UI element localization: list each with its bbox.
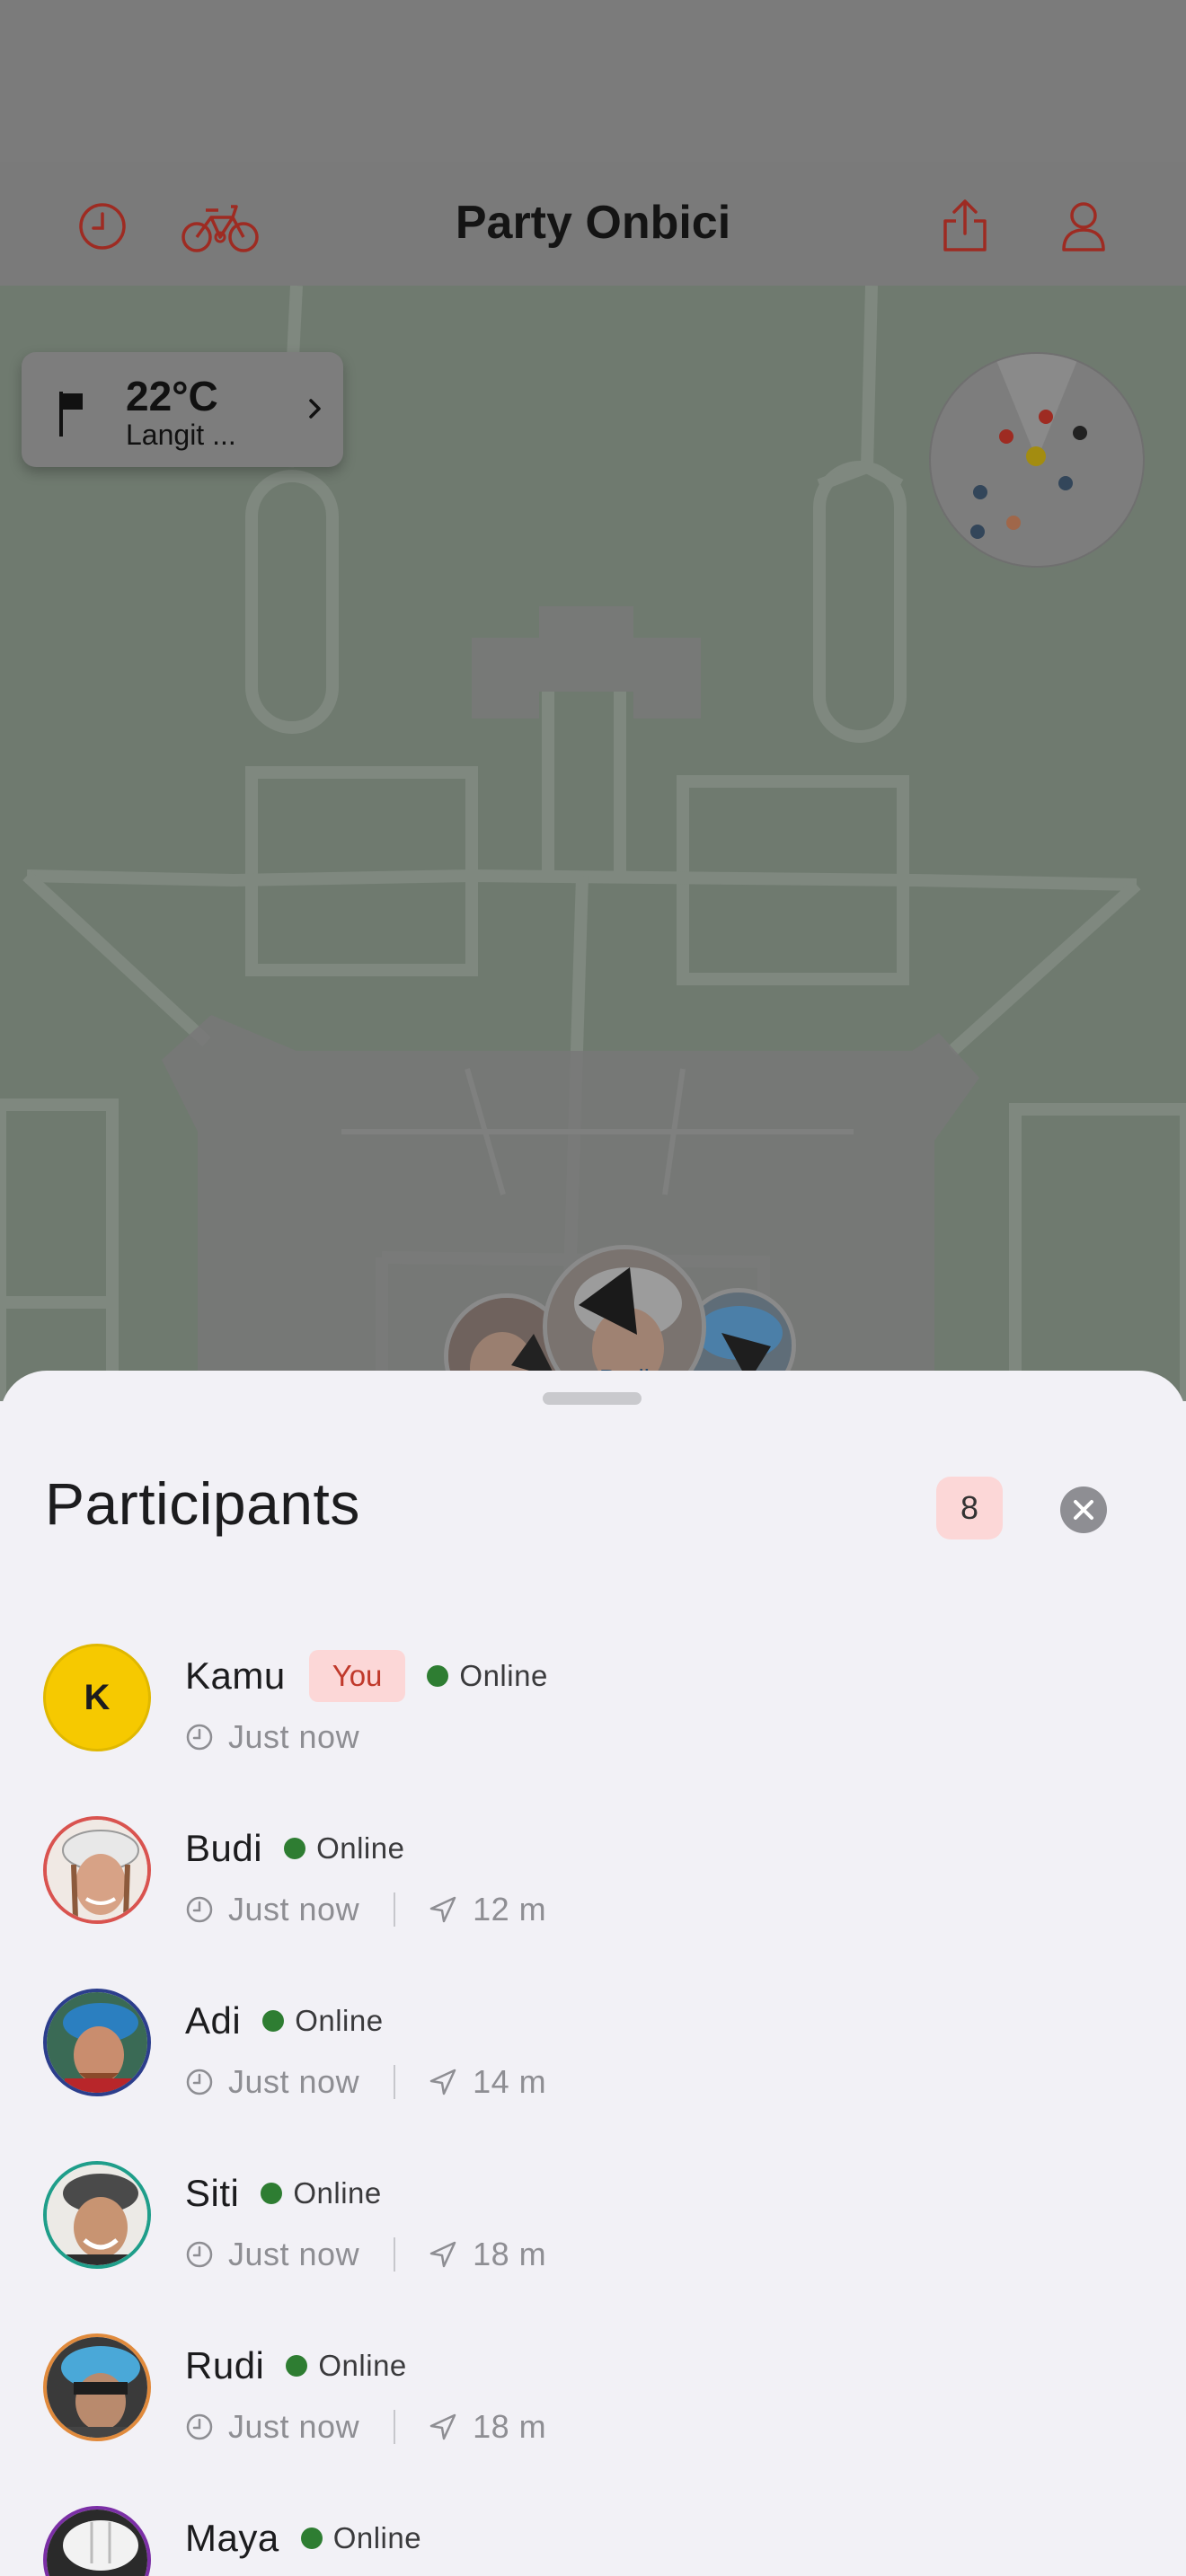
participant-row-budi[interactable]: Budi Online Just now 12 m [0,1816,1186,1987]
distance: 18 m [473,2408,547,2445]
distance: 14 m [473,2063,547,2100]
avatar [43,1989,151,2096]
profile-icon[interactable] [1055,198,1112,255]
online-dot-icon [262,2010,285,2032]
participant-row-rudi[interactable]: Rudi Online Just now 18 m [0,2333,1186,2504]
status-label: Online [332,2521,422,2554]
divider [394,2237,396,2272]
sheet-grabber[interactable] [543,1392,642,1405]
participant-name: Maya [185,2517,279,2559]
divider [394,2065,396,2099]
rider-photo-icon [47,2510,147,2576]
rider-photo-icon [47,1992,147,2093]
clock-icon [186,2413,213,2440]
online-status: Online [427,1659,547,1693]
divider [394,1892,396,1927]
participant-row-siti[interactable]: Siti Online Just now 18 m [0,2161,1186,2332]
avatar [43,2506,151,2576]
online-status: Online [262,2004,383,2038]
last-seen: Just now [228,2408,360,2445]
distance: 18 m [473,2236,547,2272]
navigation-arrow-icon [429,2413,456,2440]
weather-condition: Langit ... [126,419,236,451]
clock-icon [186,1896,213,1923]
distance: 12 m [473,1891,547,1928]
online-dot-icon [261,2183,283,2204]
weather-temperature: 22°C [126,373,218,419]
online-dot-icon [300,2527,323,2549]
online-dot-icon [427,1665,449,1687]
share-icon[interactable] [936,198,994,255]
participant-count-badge: 8 [936,1477,1003,1539]
participant-name: Budi [185,1827,263,1869]
status-label: Online [316,1831,405,1865]
avatar: K [43,1644,151,1751]
online-status: Online [286,2349,406,2383]
page-title: Party Onbici [455,197,731,249]
participant-row-kamu[interactable]: K Kamu You Online Just now [0,1644,1186,1814]
status-label: Online [293,2176,382,2210]
you-badge: You [308,1650,406,1702]
participant-row-maya[interactable]: Maya Online [0,2506,1186,2576]
status-label: Online [318,2349,407,2382]
participant-name: Rudi [185,2344,265,2386]
avatar [43,2161,151,2269]
divider [394,2410,396,2444]
last-seen: Just now [228,2063,360,2100]
participant-row-adi[interactable]: Adi Online Just now 14 m [0,1989,1186,2159]
navigation-arrow-icon [429,1896,456,1923]
rider-photo-icon [47,2165,147,2265]
online-status: Online [284,1831,404,1866]
clock-icon [186,2241,213,2268]
chevron-right-icon [309,399,321,419]
rider-photo-icon [47,2337,147,2438]
last-seen: Just now [228,2236,360,2272]
online-status: Online [300,2521,422,2555]
participant-name: Adi [185,1999,242,2042]
navigation-arrow-icon [429,2069,456,2095]
online-dot-icon [284,1838,306,1859]
status-label: Online [459,1659,548,1692]
clock-icon [186,2069,213,2095]
clock-icon [186,1724,213,1751]
avatar-initial: K [84,1677,111,1717]
participant-name: Kamu [185,1654,286,1697]
close-button[interactable] [1060,1486,1107,1533]
participant-name: Siti [185,2172,240,2214]
radar-minimap[interactable] [929,352,1145,568]
weather-chip[interactable]: 22°C Langit ... [22,352,343,467]
close-icon [1074,1500,1093,1520]
flag-icon [59,392,83,437]
last-seen: Just now [228,1891,360,1928]
sheet-title: Participants [45,1470,360,1537]
radar-icon [970,354,1087,539]
navigation-arrow-icon [429,2241,456,2268]
rider-photo-icon [47,1820,147,1920]
last-seen: Just now [228,1718,360,1755]
avatar [43,2333,151,2441]
avatar [43,1816,151,1924]
status-label: Online [295,2004,384,2037]
online-status: Online [261,2176,381,2210]
online-dot-icon [286,2355,308,2377]
